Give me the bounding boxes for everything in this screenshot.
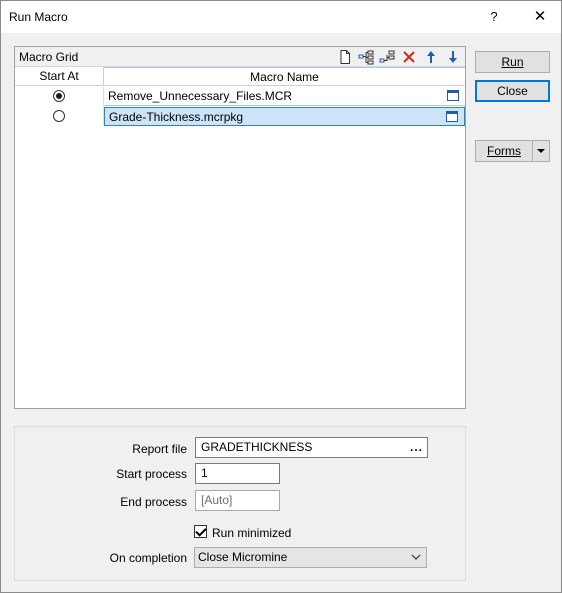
report-file-value: GRADETHICKNESS <box>201 440 313 454</box>
macro-grid-title: Macro Grid <box>19 50 79 64</box>
on-completion-label: On completion <box>109 551 187 565</box>
end-process-label: End process <box>120 495 187 509</box>
column-header-start-at[interactable]: Start At <box>15 67 104 86</box>
start-at-cell <box>15 107 104 126</box>
move-up-icon[interactable] <box>423 49 439 65</box>
end-process-field[interactable]: [Auto] <box>195 490 280 511</box>
new-icon[interactable] <box>337 49 353 65</box>
run-minimized-checkbox[interactable] <box>194 525 207 538</box>
delete-icon[interactable] <box>401 49 417 65</box>
browse-macro-icon[interactable] <box>447 90 459 101</box>
options-panel: Report file GRADETHICKNESS ... Start pro… <box>14 426 466 581</box>
close-window-button[interactable]: ✕ <box>525 5 555 29</box>
window-title: Run Macro <box>9 10 68 24</box>
run-macro-dialog: Run Macro ? ✕ Macro Grid Start At Macro … <box>0 0 562 593</box>
chevron-down-icon <box>537 149 545 153</box>
start-at-radio[interactable] <box>53 110 65 122</box>
start-process-field[interactable]: 1 <box>195 463 280 484</box>
macro-grid-header: Macro Grid <box>15 47 465 67</box>
chevron-down-icon <box>411 554 421 560</box>
run-button[interactable]: Run <box>475 51 550 73</box>
macro-name-cell[interactable]: Grade-Thickness.mcrpkg <box>104 107 465 126</box>
report-file-field[interactable]: GRADETHICKNESS ... <box>195 437 428 458</box>
on-completion-select[interactable]: Close Micromine <box>194 547 427 568</box>
table-row[interactable]: Remove_Unnecessary_Files.MCR <box>15 87 465 106</box>
title-bar: Run Macro ? ✕ <box>1 1 561 33</box>
browse-button[interactable]: ... <box>410 438 423 457</box>
start-process-label: Start process <box>116 467 187 481</box>
run-minimized-label[interactable]: Run minimized <box>212 526 291 540</box>
append-icon[interactable] <box>379 49 395 65</box>
start-at-radio[interactable] <box>53 90 65 102</box>
report-file-label: Report file <box>132 442 187 456</box>
column-headers: Start At Macro Name <box>15 67 465 86</box>
move-down-icon[interactable] <box>445 49 461 65</box>
table-row[interactable]: Grade-Thickness.mcrpkg <box>15 107 465 126</box>
forms-button-label: Forms <box>487 144 521 158</box>
forms-dropdown-button[interactable] <box>532 140 550 162</box>
browse-macro-icon[interactable] <box>446 111 458 122</box>
help-button[interactable]: ? <box>479 5 509 29</box>
close-button[interactable]: Close <box>475 80 550 102</box>
on-completion-value: Close Micromine <box>198 550 288 564</box>
run-button-label: Run <box>501 55 524 69</box>
insert-icon[interactable] <box>358 49 374 65</box>
macro-name-text: Grade-Thickness.mcrpkg <box>109 110 244 124</box>
start-at-cell <box>15 87 104 106</box>
column-header-macro-name[interactable]: Macro Name <box>104 67 465 86</box>
forms-button[interactable]: Forms <box>475 140 532 162</box>
macro-grid: Macro Grid Start At Macro Name Remove_Un… <box>14 46 466 409</box>
macro-name-cell[interactable]: Remove_Unnecessary_Files.MCR <box>104 87 465 106</box>
macro-name-text: Remove_Unnecessary_Files.MCR <box>108 89 293 103</box>
